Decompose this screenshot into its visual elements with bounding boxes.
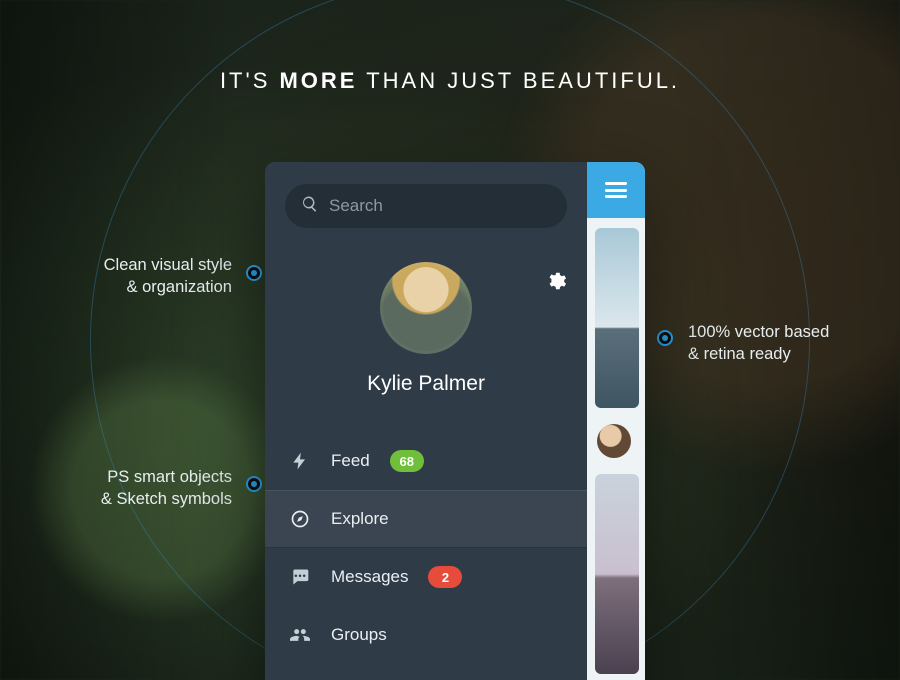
callout-text: & organization (127, 278, 233, 296)
callout-vector-based: 100% vector based & retina ready (688, 321, 888, 366)
search-input[interactable] (329, 196, 551, 216)
feed-author-row[interactable] (595, 420, 639, 462)
callout-dot-icon (657, 330, 673, 346)
callout-text: Clean visual style (104, 256, 232, 274)
nav-label: Explore (331, 509, 389, 529)
callout-smart-objects: PS smart objects & Sketch symbols (22, 466, 232, 511)
feed-image-card[interactable] (595, 228, 639, 408)
nav-label: Messages (331, 567, 408, 587)
nav-label: Feed (331, 451, 370, 471)
callout-dot-icon (246, 265, 262, 281)
nav-list: Feed 68 Explore Messages 2 (265, 432, 587, 664)
compass-icon (289, 508, 311, 530)
app-topbar (587, 162, 645, 218)
menu-button[interactable] (605, 182, 627, 198)
settings-button[interactable] (545, 270, 567, 292)
chat-icon (289, 566, 311, 588)
avatar (597, 424, 631, 458)
headline-post: THAN JUST BEAUTIFUL. (357, 68, 680, 93)
avatar[interactable] (380, 262, 472, 354)
nav-item-feed[interactable]: Feed 68 (265, 432, 587, 490)
headline-strong: MORE (279, 68, 357, 93)
nav-item-explore[interactable]: Explore (265, 490, 587, 548)
callout-text: & Sketch symbols (101, 490, 232, 508)
callout-visual-style: Clean visual style & organization (22, 254, 232, 299)
nav-item-groups[interactable]: Groups (265, 606, 587, 664)
headline: IT'S MORE THAN JUST BEAUTIFUL. (0, 68, 900, 94)
badge-count: 68 (390, 450, 424, 472)
feed-image-card[interactable] (595, 474, 639, 674)
headline-pre: IT'S (220, 68, 280, 93)
group-icon (289, 624, 311, 646)
hamburger-icon (605, 182, 627, 185)
nav-item-messages[interactable]: Messages 2 (265, 548, 587, 606)
callout-text: & retina ready (688, 345, 791, 363)
callout-dot-icon (246, 476, 262, 492)
nav-label: Groups (331, 625, 387, 645)
user-name: Kylie Palmer (367, 372, 485, 396)
device-mockup: Kylie Palmer Feed 68 Explore (265, 162, 645, 680)
search-field[interactable] (285, 184, 567, 228)
search-icon (301, 195, 319, 218)
callout-text: 100% vector based (688, 323, 829, 341)
hamburger-icon (605, 195, 627, 198)
hamburger-icon (605, 189, 627, 192)
badge-count: 2 (428, 566, 462, 588)
callout-text: PS smart objects (107, 468, 232, 486)
main-content (587, 162, 645, 680)
lightning-icon (289, 450, 311, 472)
profile-section: Kylie Palmer (265, 262, 587, 396)
navigation-drawer: Kylie Palmer Feed 68 Explore (265, 162, 587, 680)
gear-icon (545, 279, 567, 296)
